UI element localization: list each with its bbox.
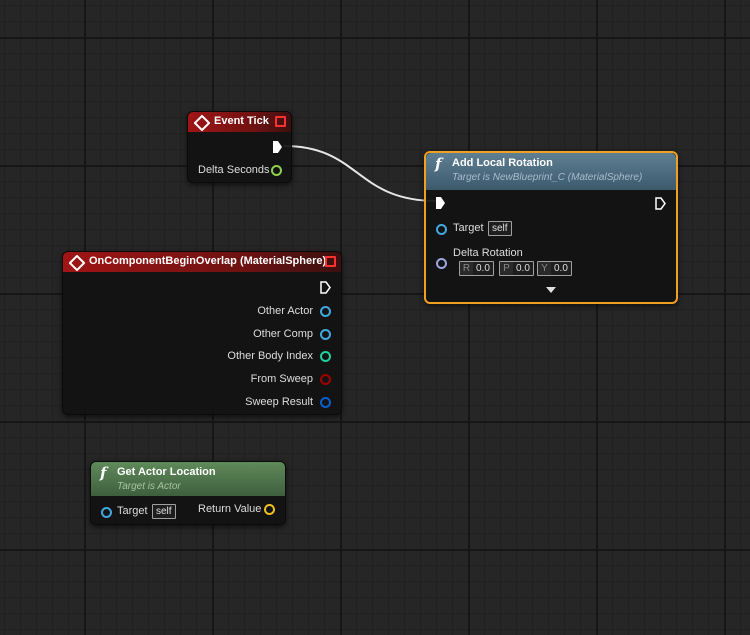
get-actor-location-subtitle: Target is Actor xyxy=(117,481,181,492)
target-value-field[interactable]: self xyxy=(152,504,176,519)
rotation-roll-field[interactable]: R 0.0 xyxy=(459,261,494,276)
yaw-value: 0.0 xyxy=(554,263,568,274)
on-component-begin-overlap-node[interactable]: OnComponentBeginOverlap (MaterialSphere)… xyxy=(62,251,342,415)
target-pin[interactable] xyxy=(101,507,112,518)
add-local-rotation-header[interactable]: f Add Local Rotation Target is NewBluepr… xyxy=(426,153,676,190)
event-icon xyxy=(193,114,211,132)
add-local-rotation-title: Add Local Rotation xyxy=(452,157,553,169)
overlap-title: OnComponentBeginOverlap (MaterialSphere) xyxy=(89,255,327,267)
chevron-down-icon[interactable] xyxy=(546,287,556,293)
other-body-index-pin[interactable] xyxy=(320,351,331,362)
add-local-rotation-node[interactable]: f Add Local Rotation Target is NewBluepr… xyxy=(424,151,678,304)
from-sweep-label: From Sweep xyxy=(250,373,313,385)
event-tick-title: Event Tick xyxy=(214,115,269,127)
function-icon: f xyxy=(435,155,442,173)
delta-rotation-pin[interactable] xyxy=(436,258,447,269)
event-tick-node[interactable]: Event Tick Delta Seconds xyxy=(187,111,292,183)
other-actor-pin[interactable] xyxy=(320,306,331,317)
other-body-index-label: Other Body Index xyxy=(227,350,313,362)
target-pin[interactable] xyxy=(436,224,447,235)
get-actor-location-node[interactable]: f Get Actor Location Target is Actor Tar… xyxy=(90,461,286,525)
roll-value: 0.0 xyxy=(476,263,490,274)
other-comp-label: Other Comp xyxy=(253,328,313,340)
pitch-axis-label: P xyxy=(500,262,513,275)
target-value-field[interactable]: self xyxy=(488,221,512,236)
add-local-rotation-subtitle: Target is NewBlueprint_C (MaterialSphere… xyxy=(452,172,643,183)
delta-seconds-pin[interactable] xyxy=(271,165,282,176)
rotation-yaw-field[interactable]: Y 0.0 xyxy=(537,261,572,276)
delta-rotation-label: Delta Rotation xyxy=(453,247,523,259)
sweep-result-pin[interactable] xyxy=(320,397,331,408)
exec-in-pin[interactable] xyxy=(436,197,445,209)
sweep-result-label: Sweep Result xyxy=(245,396,313,408)
event-delegate-icon[interactable] xyxy=(275,116,286,127)
return-value-label: Return Value xyxy=(198,503,262,515)
function-icon: f xyxy=(100,464,107,482)
return-value-pin[interactable] xyxy=(264,504,275,515)
pitch-value: 0.0 xyxy=(516,263,530,274)
roll-axis-label: R xyxy=(460,262,473,275)
yaw-axis-label: Y xyxy=(538,262,551,275)
delta-seconds-label: Delta Seconds xyxy=(198,164,270,176)
other-comp-pin[interactable] xyxy=(320,329,331,340)
rotation-pitch-field[interactable]: P 0.0 xyxy=(499,261,534,276)
from-sweep-pin[interactable] xyxy=(320,374,331,385)
get-actor-location-title: Get Actor Location xyxy=(117,466,216,478)
event-tick-header[interactable]: Event Tick xyxy=(188,112,291,132)
exec-out-pin[interactable] xyxy=(273,141,282,153)
overlap-header[interactable]: OnComponentBeginOverlap (MaterialSphere) xyxy=(63,252,341,272)
target-label: Target xyxy=(453,222,484,234)
get-actor-location-header[interactable]: f Get Actor Location Target is Actor xyxy=(91,462,285,496)
target-label: Target xyxy=(117,505,148,517)
event-delegate-icon[interactable] xyxy=(325,256,336,267)
other-actor-label: Other Actor xyxy=(257,305,313,317)
event-icon xyxy=(68,254,86,272)
